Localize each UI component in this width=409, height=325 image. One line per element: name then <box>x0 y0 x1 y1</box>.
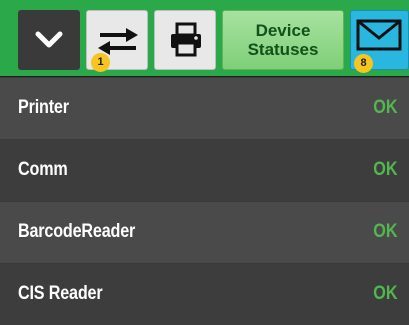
device-row-printer[interactable]: Printer OK <box>0 77 409 139</box>
device-row-barcode-reader[interactable]: BarcodeReader OK <box>0 201 409 263</box>
exchange-button[interactable]: 1 <box>86 10 148 72</box>
device-row-cis-reader[interactable]: CIS Reader OK <box>0 263 409 325</box>
messages-count-badge: 8 <box>354 54 373 73</box>
envelope-icon <box>356 19 402 51</box>
device-statuses-label: Device Statuses <box>247 21 319 59</box>
device-status: OK <box>372 159 397 180</box>
device-name: CIS Reader <box>18 283 103 304</box>
device-status: OK <box>372 97 397 118</box>
collapse-button[interactable] <box>18 10 80 70</box>
exchange-count-badge: 1 <box>91 53 110 72</box>
device-statuses-button[interactable]: Device Statuses <box>222 10 344 70</box>
print-button[interactable] <box>154 10 216 70</box>
device-status: OK <box>372 283 397 304</box>
toolbar: 1 Device Statuses 8 <box>0 0 409 76</box>
printer-icon <box>171 22 201 57</box>
device-row-comm[interactable]: Comm OK <box>0 139 409 201</box>
chevron-down-icon <box>35 31 63 48</box>
device-name: Comm <box>18 159 68 180</box>
exchange-arrows-icon <box>98 28 138 55</box>
device-status: OK <box>372 221 397 242</box>
device-status-list: Printer OK Comm OK BarcodeReader OK CIS … <box>0 77 409 325</box>
device-name: Printer <box>18 97 69 118</box>
messages-button[interactable]: 8 <box>350 10 409 73</box>
device-name: BarcodeReader <box>18 221 136 242</box>
